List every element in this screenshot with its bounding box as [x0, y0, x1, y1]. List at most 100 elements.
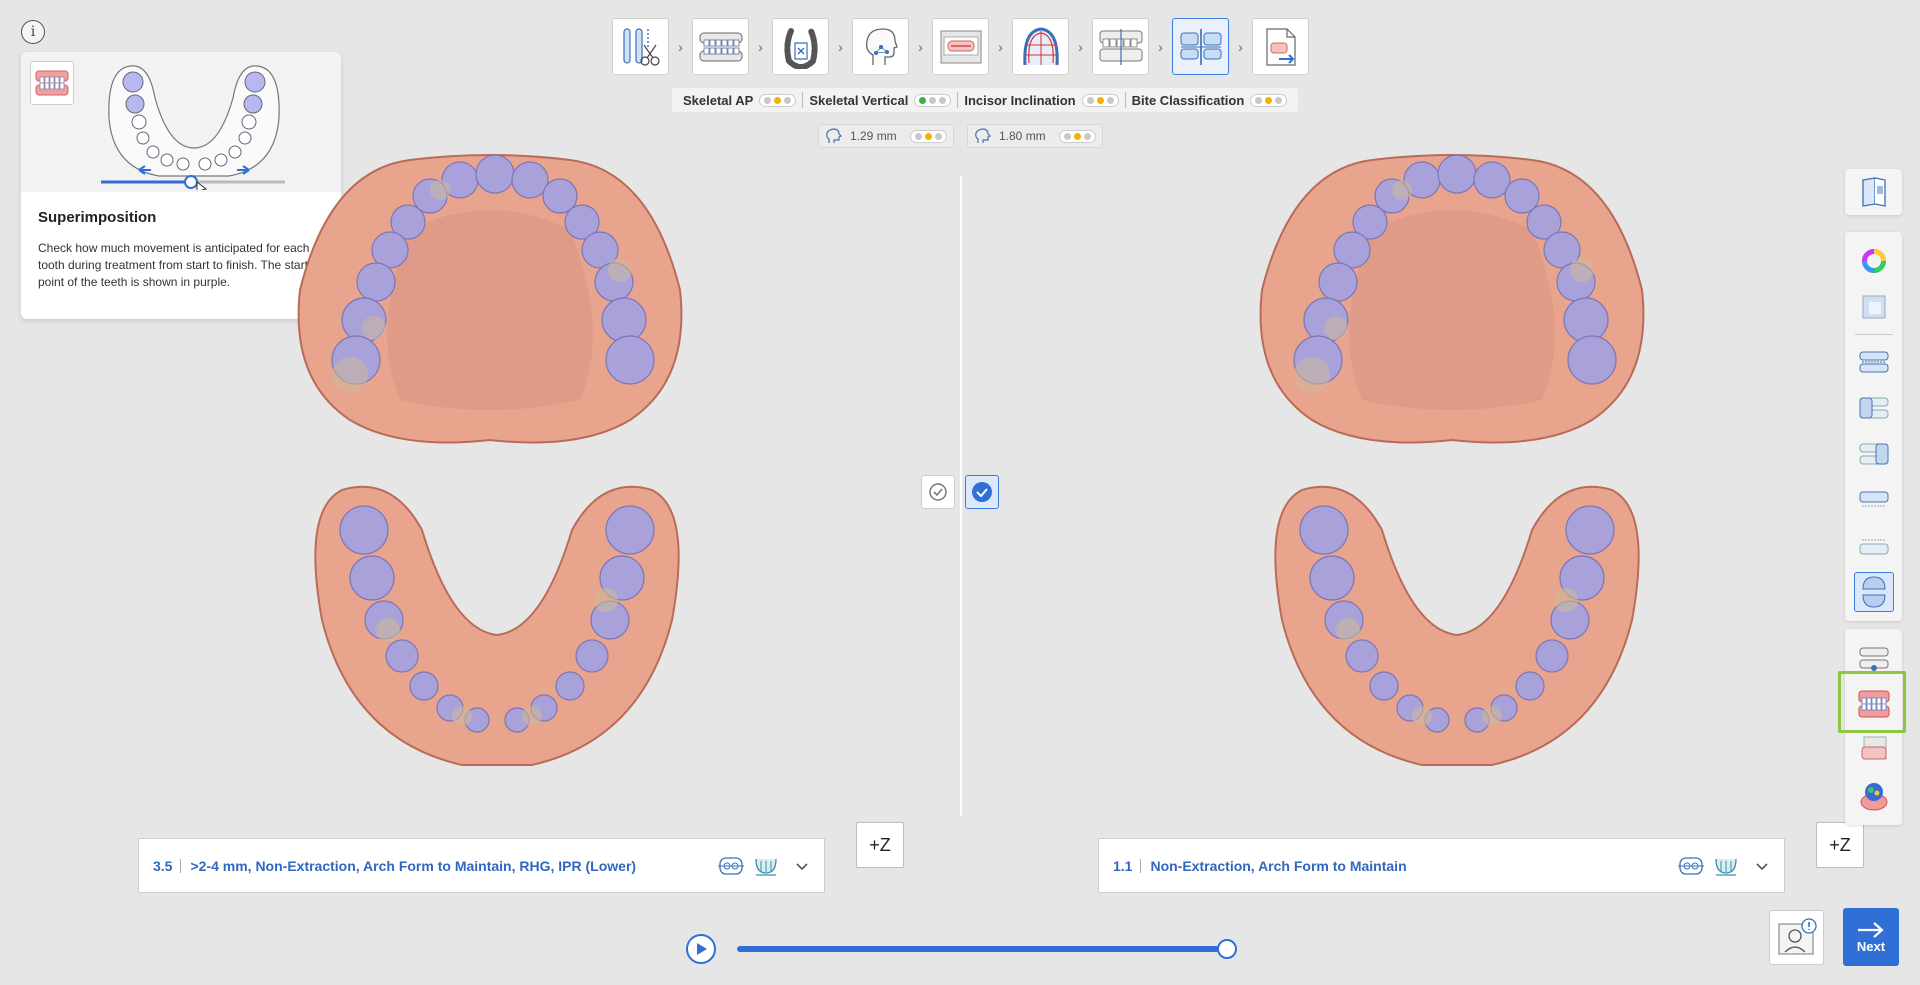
compare-check-right[interactable] — [965, 475, 999, 509]
toolbar-gingiva[interactable] — [1854, 776, 1894, 816]
profile-measure-icon — [826, 128, 843, 143]
face-profile-icon — [865, 27, 898, 65]
consultation-button[interactable] — [1769, 910, 1824, 965]
tooth-segmentation-icon — [783, 27, 818, 69]
consultation-icon — [1778, 917, 1817, 954]
toolbar-view-left[interactable] — [1854, 388, 1894, 428]
occlusion-map-icon — [1859, 647, 1888, 671]
play-button[interactable] — [686, 934, 716, 964]
jaw-right-icon — [1859, 443, 1888, 465]
toolbar-view-occlusal[interactable] — [1853, 572, 1894, 612]
upper-arch-model-right[interactable] — [1252, 150, 1652, 460]
tooltip-title: Superimposition — [38, 209, 157, 226]
step-xray[interactable] — [932, 18, 989, 75]
info-button[interactable]: i — [21, 20, 45, 44]
superimposition-thumb-icon — [30, 61, 74, 105]
plan-number: 1.1 — [1113, 857, 1133, 874]
color-wheel-icon — [1861, 249, 1886, 273]
step-arch-form[interactable] — [1012, 18, 1069, 75]
plan-number: 3.5 — [153, 857, 173, 874]
export-icon — [1265, 27, 1296, 66]
toolbar-group-view — [1845, 169, 1902, 215]
analysis-skeletal-vertical[interactable]: Skeletal Vertical — [803, 93, 957, 108]
lower-jaw-icon — [1859, 539, 1888, 555]
status-dots — [1250, 93, 1288, 107]
cube-icon — [1862, 295, 1885, 319]
z-button-left[interactable]: +Z — [856, 822, 904, 868]
arch-form-icon — [1022, 26, 1059, 65]
step-tools[interactable] — [612, 18, 669, 75]
aligner-icon — [755, 858, 777, 876]
measure-right[interactable]: 1.80 mm — [967, 124, 1103, 148]
z-button-right[interactable]: +Z — [1816, 822, 1864, 868]
toolbar-view-both-jaws[interactable] — [1854, 342, 1894, 382]
step-arrow-icon: › — [1158, 38, 1163, 55]
toolbar-view-mode[interactable] — [1854, 172, 1894, 212]
occlusion-icon — [1099, 28, 1142, 65]
status-dots — [759, 93, 797, 107]
tooltip-description: Check how much movement is anticipated f… — [38, 241, 324, 289]
lower-arch-model-right[interactable] — [1272, 480, 1642, 775]
toolbar-xray-overlay[interactable] — [1854, 730, 1894, 770]
step-compare-plans[interactable] — [1172, 18, 1229, 75]
jaw-left-icon — [1859, 397, 1888, 419]
appliance-icon — [1678, 856, 1704, 875]
analysis-skeletal-ap[interactable]: Skeletal AP — [677, 93, 802, 108]
compare-plans-icon — [1180, 28, 1221, 65]
xray-overlay-icon — [1861, 736, 1886, 760]
analysis-incisor-inclination[interactable]: Incisor Inclination — [958, 93, 1124, 108]
toolbar-color[interactable] — [1854, 241, 1894, 281]
appliance-icon — [718, 856, 744, 875]
playback-slider-thumb[interactable] — [1217, 939, 1237, 959]
step-dentition[interactable] — [692, 18, 749, 75]
arch-diagram-icon — [101, 65, 285, 190]
active-tool-highlight — [1838, 671, 1906, 733]
status-dots — [1081, 93, 1119, 107]
playback-slider-track[interactable] — [737, 946, 1227, 952]
chevron-down-icon — [796, 862, 808, 870]
lower-arch-model-left[interactable] — [312, 480, 682, 775]
step-arrow-icon: › — [838, 38, 843, 55]
step-occlusion[interactable] — [1092, 18, 1149, 75]
step-face-profile[interactable] — [852, 18, 909, 75]
status-dots — [1058, 129, 1096, 143]
book-view-icon — [1861, 177, 1886, 207]
measure-left-value: 1.29 mm — [850, 129, 897, 143]
toolbar-view-upper[interactable] — [1854, 480, 1894, 520]
measure-left[interactable]: 1.29 mm — [818, 124, 954, 148]
toolbar-view-right[interactable] — [1854, 434, 1894, 474]
toolbar-opacity[interactable] — [1854, 287, 1894, 327]
status-dots — [914, 93, 952, 107]
plan-selector-right[interactable]: 1.1 Non-Extraction, Arch Form to Maintai… — [1098, 838, 1785, 893]
toolbar-view-lower[interactable] — [1854, 526, 1894, 566]
gingiva-heatmap-icon — [1860, 783, 1887, 811]
occlusal-view-icon — [1861, 576, 1886, 608]
step-arrow-icon: › — [1238, 38, 1243, 55]
check-circle-icon — [929, 483, 947, 501]
step-segmentation[interactable] — [772, 18, 829, 75]
step-export[interactable] — [1252, 18, 1309, 75]
dentition-icon — [699, 32, 742, 61]
arrow-right-icon — [1858, 921, 1884, 938]
xray-icon — [940, 30, 981, 63]
next-button[interactable]: Next — [1843, 908, 1899, 966]
next-label: Next — [1856, 938, 1886, 954]
compare-check-left[interactable] — [921, 475, 955, 509]
toolbar-group-tools — [1845, 232, 1902, 621]
step-arrow-icon: › — [918, 38, 923, 55]
plan-description: >2-4 mm, Non-Extraction, Arch Form to Ma… — [190, 857, 637, 874]
tools-icon — [622, 27, 660, 66]
workflow-steps: › › › › › › › › — [612, 18, 1309, 75]
play-icon — [697, 943, 707, 955]
step-arrow-icon: › — [758, 38, 763, 55]
step-arrow-icon: › — [998, 38, 1003, 55]
status-dots — [909, 129, 947, 143]
step-arrow-icon: › — [678, 38, 683, 55]
measure-right-value: 1.80 mm — [999, 129, 1046, 143]
aligner-icon — [1715, 858, 1737, 876]
viewport-divider[interactable] — [960, 176, 962, 816]
plan-selector-left[interactable]: 3.5 >2-4 mm, Non-Extraction, Arch Form t… — [138, 838, 825, 893]
upper-arch-model-left[interactable] — [290, 150, 690, 460]
analysis-bite-classification[interactable]: Bite Classification — [1126, 93, 1294, 108]
plan-description: Non-Extraction, Arch Form to Maintain — [1150, 857, 1407, 874]
